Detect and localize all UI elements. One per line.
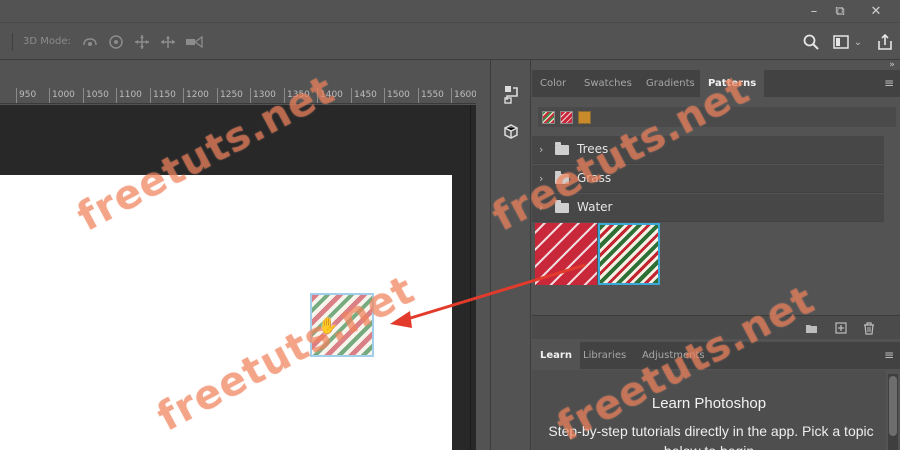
scrollbar-thumb[interactable]: [889, 376, 897, 436]
ruler-label: 950: [19, 90, 37, 100]
new-pattern-icon[interactable]: [834, 321, 848, 335]
toolbar-divider: [12, 33, 13, 51]
learn-scrollbar[interactable]: [888, 374, 898, 450]
panel-dock-strip: [490, 60, 531, 450]
workspace-icon[interactable]: [830, 32, 852, 52]
restore-button[interactable]: ⧉: [822, 0, 858, 22]
scale-3d-icon[interactable]: [184, 33, 204, 51]
tab-libraries[interactable]: Libraries: [575, 342, 634, 369]
close-button[interactable]: ✕: [858, 0, 894, 22]
history-panel-icon[interactable]: [499, 82, 523, 106]
trash-icon[interactable]: [862, 321, 876, 335]
tab-learn[interactable]: Learn: [532, 342, 580, 369]
ruler-label: 1600: [454, 90, 476, 100]
ruler-label: 1200: [186, 90, 209, 100]
ruler-label: 1250: [220, 90, 243, 100]
3d-panel-icon[interactable]: [499, 120, 523, 144]
horizontal-ruler: 950 1000 1050 1100 1150 1200 1250 1300 1…: [0, 88, 476, 104]
panel-menu-icon[interactable]: ≡: [884, 77, 896, 89]
folder-icon: [555, 142, 569, 155]
group-name: Water: [577, 200, 613, 214]
orbit-3d-icon[interactable]: [80, 33, 100, 51]
ruler-label: 1100: [119, 90, 142, 100]
recent-pattern-swatch[interactable]: [578, 111, 591, 124]
pan-3d-icon[interactable]: [132, 33, 152, 51]
ruler-label: 1150: [153, 90, 176, 100]
ruler-label: 1550: [421, 90, 444, 100]
expand-panels-icon[interactable]: »: [884, 60, 900, 70]
ruler-label: 1500: [387, 90, 410, 100]
chevron-down-icon[interactable]: ⌄: [851, 32, 865, 52]
share-icon[interactable]: [874, 32, 896, 52]
recent-pattern-swatch[interactable]: [560, 111, 573, 124]
pattern-thumbnail[interactable]: [535, 223, 597, 285]
options-bar: 3D Mode: ⌄: [0, 22, 900, 60]
tab-swatches[interactable]: Swatches: [576, 70, 640, 97]
search-icon[interactable]: [800, 32, 822, 52]
chevron-right-icon[interactable]: ›: [539, 143, 543, 156]
title-bar: – ⧉ ✕: [0, 0, 900, 22]
ruler-label: 1050: [86, 90, 109, 100]
3d-mode-label: 3D Mode:: [23, 36, 71, 47]
slide-3d-icon[interactable]: [158, 33, 178, 51]
learn-panel-menu-icon[interactable]: ≡: [884, 349, 896, 361]
ruler-label: 1450: [354, 90, 377, 100]
ruler-label: 1000: [52, 90, 75, 100]
pattern-thumbnails: [535, 223, 665, 285]
recent-pattern-swatch[interactable]: [542, 111, 555, 124]
roll-3d-icon[interactable]: [106, 33, 126, 51]
tab-color[interactable]: Color: [532, 70, 574, 97]
pattern-thumbnail-selected[interactable]: [598, 223, 660, 285]
